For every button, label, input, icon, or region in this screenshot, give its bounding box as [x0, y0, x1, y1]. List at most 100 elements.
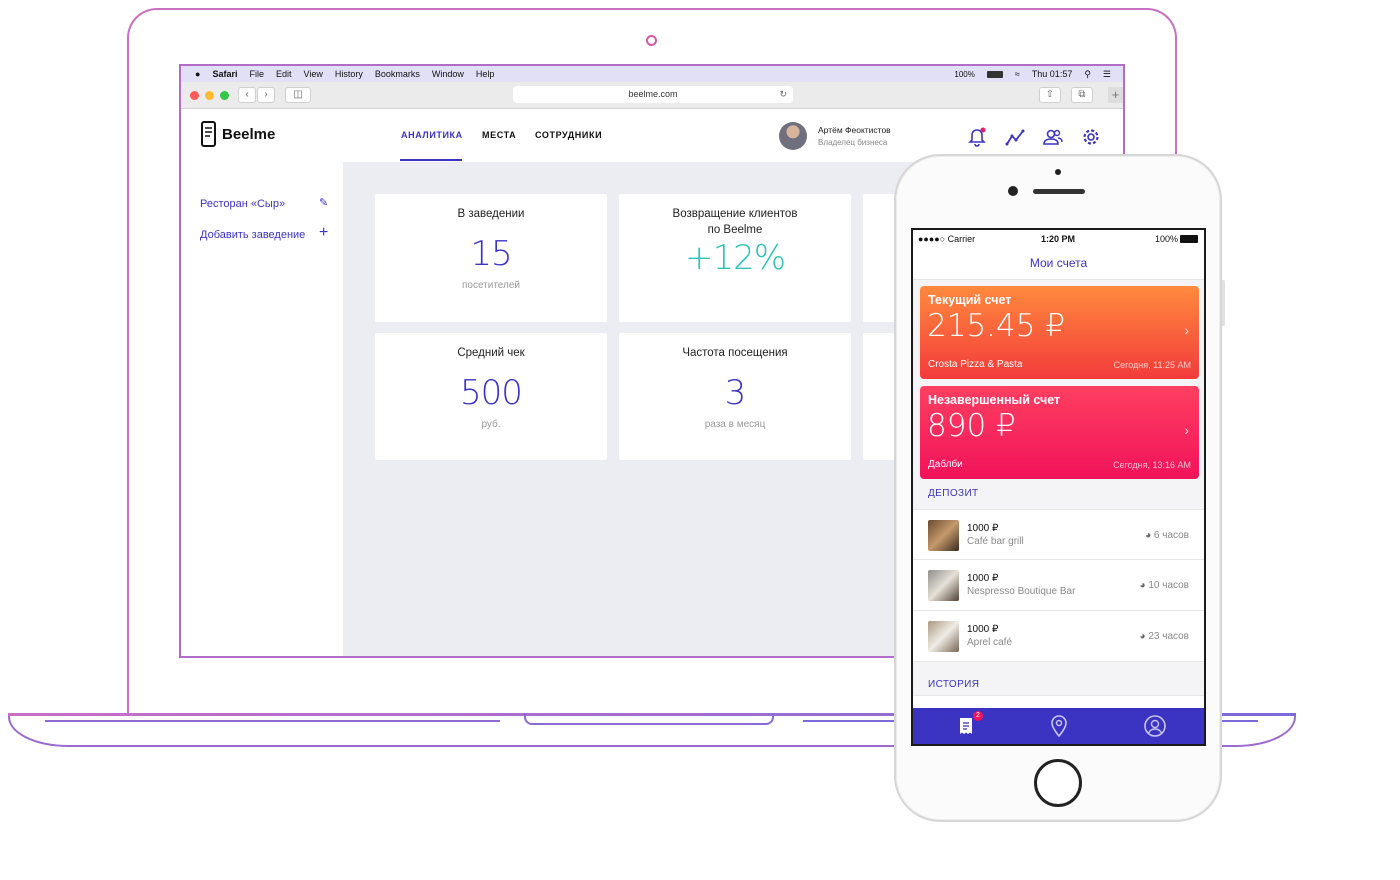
deposit-amount: 1000 ₽ [967, 523, 999, 534]
phone-home-button[interactable] [1034, 759, 1082, 807]
laptop-notch [524, 713, 774, 725]
app-logo[interactable]: Beelme [201, 121, 275, 147]
forward-button[interactable]: › [257, 87, 275, 103]
close-window-button[interactable] [190, 91, 199, 100]
apple-icon[interactable]: ● [195, 69, 200, 79]
new-tab-button[interactable]: + [1108, 87, 1123, 103]
history-list-peek [913, 695, 1204, 708]
bill-amount: 215.45 ₽ [927, 308, 1066, 344]
card-title: Средний чек [457, 347, 525, 359]
user-name[interactable]: Артём Феоктистов [818, 125, 891, 135]
user-role: Владелец бизнеса [818, 138, 888, 147]
menu-edit[interactable]: Edit [276, 69, 292, 79]
card-title: Частота посещения [682, 347, 788, 359]
notification-badge: 2 [973, 711, 983, 721]
metric-card-returning: Возвращение клиентов по Beelme +12% [619, 194, 851, 322]
clock-icon: ◕ [1139, 631, 1146, 642]
users-icon[interactable] [1043, 127, 1063, 147]
reload-icon[interactable]: ↻ [779, 86, 787, 103]
menu-view[interactable]: View [303, 69, 322, 79]
gear-icon[interactable] [1081, 127, 1101, 147]
spotlight-icon[interactable]: ⚲ [1084, 69, 1091, 80]
metric-card-visitors: В заведении 15 посетителей [375, 194, 607, 322]
phone-status-bar: ●●●●○ Carrier 1:20 PM 100% [913, 230, 1204, 248]
phone-speaker [1033, 189, 1085, 194]
tab-analytics[interactable]: АНАЛИТИКА [401, 130, 463, 140]
menu-safari[interactable]: Safari [212, 69, 237, 79]
share-icon[interactable]: ⇧ [1039, 87, 1061, 103]
deposit-time-text: 23 часов [1148, 631, 1189, 642]
menu-window[interactable]: Window [432, 69, 464, 79]
add-place-button[interactable]: Добавить заведение [200, 229, 305, 241]
tab-places[interactable]: МЕСТА [482, 130, 516, 140]
bill-title: Текущий счет [928, 293, 1012, 307]
phone-nav-title: Мои счета [913, 248, 1204, 280]
deposit-section-label: ДЕПОЗИТ [928, 488, 979, 499]
sidebar-toggle-icon[interactable]: ◫ [285, 87, 311, 103]
minimize-window-button[interactable] [205, 91, 214, 100]
menu-file[interactable]: File [249, 69, 264, 79]
bill-date: Сегодня, 11:25 AM [1113, 360, 1191, 370]
receipt-logo-icon [201, 121, 216, 147]
phone-battery-icon [1180, 235, 1198, 243]
deposit-place: Café bar grill [967, 536, 1024, 547]
menu-help[interactable]: Help [476, 69, 495, 79]
address-bar[interactable]: beelme.com ↻ [513, 86, 793, 103]
chevron-right-icon: › [1184, 422, 1189, 438]
tabs-overview-icon[interactable]: ⧉ [1071, 87, 1093, 103]
url-text: beelme.com [628, 89, 678, 99]
wifi-icon[interactable]: ≈ [1015, 69, 1020, 79]
zoom-window-button[interactable] [220, 91, 229, 100]
location-pin-icon[interactable] [1048, 714, 1070, 738]
tab-staff[interactable]: СОТРУДНИКИ [535, 130, 602, 140]
menubar-clock[interactable]: Thu 01:57 [1032, 69, 1073, 79]
deposit-time: ◕ 23 часов [1140, 631, 1190, 642]
list-item[interactable]: 1000 ₽ Café bar grill ◕ 6 часов [913, 509, 1204, 560]
card-subtitle: руб. [481, 419, 501, 430]
menu-history[interactable]: History [335, 69, 363, 79]
metric-card-frequency: Частота посещения 3 раза в месяц [619, 333, 851, 460]
card-subtitle: раза в месяц [704, 419, 766, 430]
venue-thumbnail [928, 621, 959, 652]
list-item[interactable]: 1000 ₽ Nespresso Boutique Bar ◕ 10 часов [913, 560, 1204, 611]
card-value: +12% [684, 238, 786, 278]
back-button[interactable]: ‹ [238, 87, 256, 103]
laptop-base-line [45, 720, 500, 722]
venue-thumbnail [928, 520, 959, 551]
browser-toolbar: ‹ › ◫ beelme.com ↻ ⇧ ⧉ + [181, 82, 1123, 109]
profile-icon[interactable] [1143, 715, 1167, 737]
sidebar-item-place[interactable]: Ресторан «Сыр» [200, 198, 285, 210]
plus-icon[interactable]: + [319, 224, 328, 242]
deposit-time: ◕ 6 часов [1145, 530, 1189, 541]
carrier-label: ●●●●○ Carrier [918, 234, 976, 244]
laptop-camera [646, 35, 657, 46]
bill-card-unfinished[interactable]: Незавершенный счет 890 ₽ Даблби Сегодня,… [920, 386, 1199, 479]
venue-thumbnail [928, 570, 959, 601]
notification-center-icon[interactable]: ☰ [1103, 69, 1111, 80]
analytics-chart-icon[interactable] [1005, 127, 1025, 147]
bill-place: Crosta Pizza & Pasta [928, 359, 1023, 370]
battery-percent: 100% [954, 69, 975, 79]
pencil-icon[interactable]: ✎ [319, 196, 328, 209]
card-value: 3 [724, 373, 747, 413]
deposit-place: Nespresso Boutique Bar [967, 586, 1076, 597]
phone-sensor [1055, 169, 1061, 175]
phone-front-camera [1008, 186, 1018, 196]
card-value: 15 [470, 234, 512, 274]
active-tab-indicator [400, 159, 462, 161]
promo-mockup: { "colors":{"accent":"#3b33c2","teal":"#… [0, 0, 1400, 880]
menu-bookmarks[interactable]: Bookmarks [375, 69, 420, 79]
battery-icon [986, 70, 1003, 78]
bill-card-current[interactable]: Текущий счет 215.45 ₽ Crosta Pizza & Pas… [920, 286, 1199, 379]
deposit-amount: 1000 ₽ [967, 624, 999, 635]
phone-time: 1:20 PM [1041, 234, 1076, 244]
bell-icon[interactable] [967, 127, 987, 147]
deposit-place: Aprel café [967, 637, 1013, 648]
metric-card-average-check: Средний чек 500 руб. [375, 333, 607, 460]
avatar[interactable] [779, 122, 807, 150]
history-section-label: ИСТОРИЯ [928, 679, 980, 690]
clock-icon: ◕ [1139, 580, 1146, 591]
bill-place: Даблби [928, 459, 963, 470]
phone-screen: ●●●●○ Carrier 1:20 PM 100% Мои счета Тек… [911, 228, 1206, 746]
list-item[interactable]: 1000 ₽ Aprel café ◕ 23 часов [913, 611, 1204, 662]
